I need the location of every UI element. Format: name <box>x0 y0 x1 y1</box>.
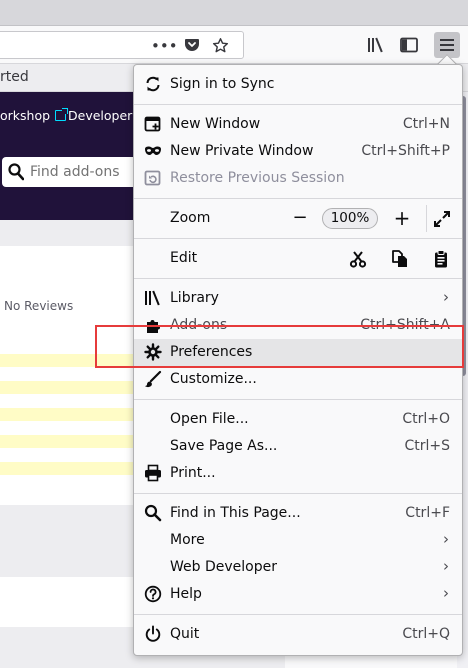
print-label: Print... <box>170 465 216 481</box>
menu-separator <box>134 614 462 615</box>
menu-item-new-window[interactable]: New Window Ctrl+N <box>134 111 462 138</box>
customize-label: Customize... <box>170 371 257 387</box>
more-label: More <box>170 532 205 548</box>
library-icon <box>144 289 162 307</box>
chevron-right-icon: › <box>443 557 449 575</box>
cut-icon[interactable] <box>348 249 368 269</box>
menu-separator <box>134 238 462 239</box>
menu-item-new-private-window[interactable]: New Private Window Ctrl+Shift+P <box>134 138 462 165</box>
open-file-label: Open File... <box>170 411 249 427</box>
search-icon <box>144 504 162 522</box>
new-window-icon <box>144 115 162 133</box>
help-icon <box>144 585 162 603</box>
chevron-right-icon: › <box>443 288 449 306</box>
power-icon <box>144 625 162 643</box>
menu-item-help[interactable]: Help › <box>134 581 462 608</box>
web-developer-label: Web Developer <box>170 559 277 575</box>
search-icon <box>8 163 24 181</box>
chevron-right-icon: › <box>443 584 449 602</box>
paintbrush-icon <box>144 370 162 388</box>
find-label: Find in This Page... <box>170 505 301 521</box>
chevron-right-icon: › <box>443 530 449 548</box>
private-mask-icon <box>144 142 162 160</box>
url-bar[interactable]: ••• <box>0 31 244 59</box>
menu-separator <box>134 104 462 105</box>
menu-item-quit[interactable]: Quit Ctrl+Q <box>134 621 462 648</box>
menu-separator <box>134 278 462 279</box>
menu-item-customize[interactable]: Customize... <box>134 366 462 393</box>
sync-icon <box>144 75 162 93</box>
navigation-toolbar: ••• <box>0 26 468 64</box>
quit-shortcut: Ctrl+Q <box>402 626 450 642</box>
pocket-icon[interactable] <box>181 37 203 55</box>
menu-separator <box>134 198 462 199</box>
copy-icon[interactable] <box>390 249 410 269</box>
new-window-label: New Window <box>170 116 261 132</box>
restore-session-label: Restore Previous Session <box>170 170 345 186</box>
menu-item-edit: Edit <box>134 245 462 272</box>
menu-item-save-page[interactable]: Save Page As... Ctrl+S <box>134 433 462 460</box>
menu-separator <box>134 493 462 494</box>
menu-item-print[interactable]: Print... <box>134 460 462 487</box>
no-reviews-text: No Reviews <box>4 299 74 313</box>
save-page-label: Save Page As... <box>170 438 278 454</box>
zoom-in-button[interactable]: + <box>391 207 413 229</box>
menu-item-open-file[interactable]: Open File... Ctrl+O <box>134 406 462 433</box>
sync-label: Sign in to Sync <box>170 76 275 92</box>
menu-item-restore-session[interactable]: Restore Previous Session <box>134 165 462 192</box>
help-label: Help <box>170 586 202 602</box>
zoom-out-button[interactable]: − <box>289 207 311 229</box>
menu-item-find-in-page[interactable]: Find in This Page... Ctrl+F <box>134 500 462 527</box>
fullscreen-icon[interactable] <box>432 209 452 229</box>
new-private-window-label: New Private Window <box>170 143 314 159</box>
menu-item-library[interactable]: Library › <box>134 285 462 312</box>
library-button[interactable] <box>364 32 390 58</box>
zoom-divider <box>426 205 427 232</box>
bookmark-item[interactable]: rted <box>0 69 29 85</box>
menu-item-more[interactable]: More › <box>134 527 462 554</box>
library-label: Library <box>170 290 219 306</box>
printer-icon <box>144 464 162 482</box>
tab-strip <box>0 0 468 26</box>
paste-icon[interactable] <box>431 249 451 269</box>
external-link-icon <box>55 108 69 121</box>
new-private-window-shortcut: Ctrl+Shift+P <box>361 143 450 159</box>
save-page-shortcut: Ctrl+S <box>404 438 450 454</box>
find-shortcut: Ctrl+F <box>405 505 450 521</box>
workshop-link[interactable]: orkshop <box>0 108 69 123</box>
menu-item-web-developer[interactable]: Web Developer › <box>134 554 462 581</box>
new-window-shortcut: Ctrl+N <box>402 116 450 132</box>
page-actions-icon[interactable]: ••• <box>151 37 178 55</box>
restore-session-icon <box>144 169 162 187</box>
quit-label: Quit <box>170 626 200 642</box>
open-file-shortcut: Ctrl+O <box>402 411 450 427</box>
bookmark-star-icon[interactable] <box>209 37 231 55</box>
menu-item-zoom: Zoom − 100% + <box>134 205 462 232</box>
menu-item-sign-in-sync[interactable]: Sign in to Sync <box>134 71 462 98</box>
edit-label: Edit <box>170 250 198 266</box>
annotation-highlight-box <box>95 325 464 368</box>
workshop-link-label: orkshop <box>0 108 51 123</box>
zoom-label: Zoom <box>170 210 211 226</box>
sidebar-button[interactable] <box>396 32 422 58</box>
zoom-reset-button[interactable]: 100% <box>322 208 378 229</box>
menu-separator <box>134 399 462 400</box>
